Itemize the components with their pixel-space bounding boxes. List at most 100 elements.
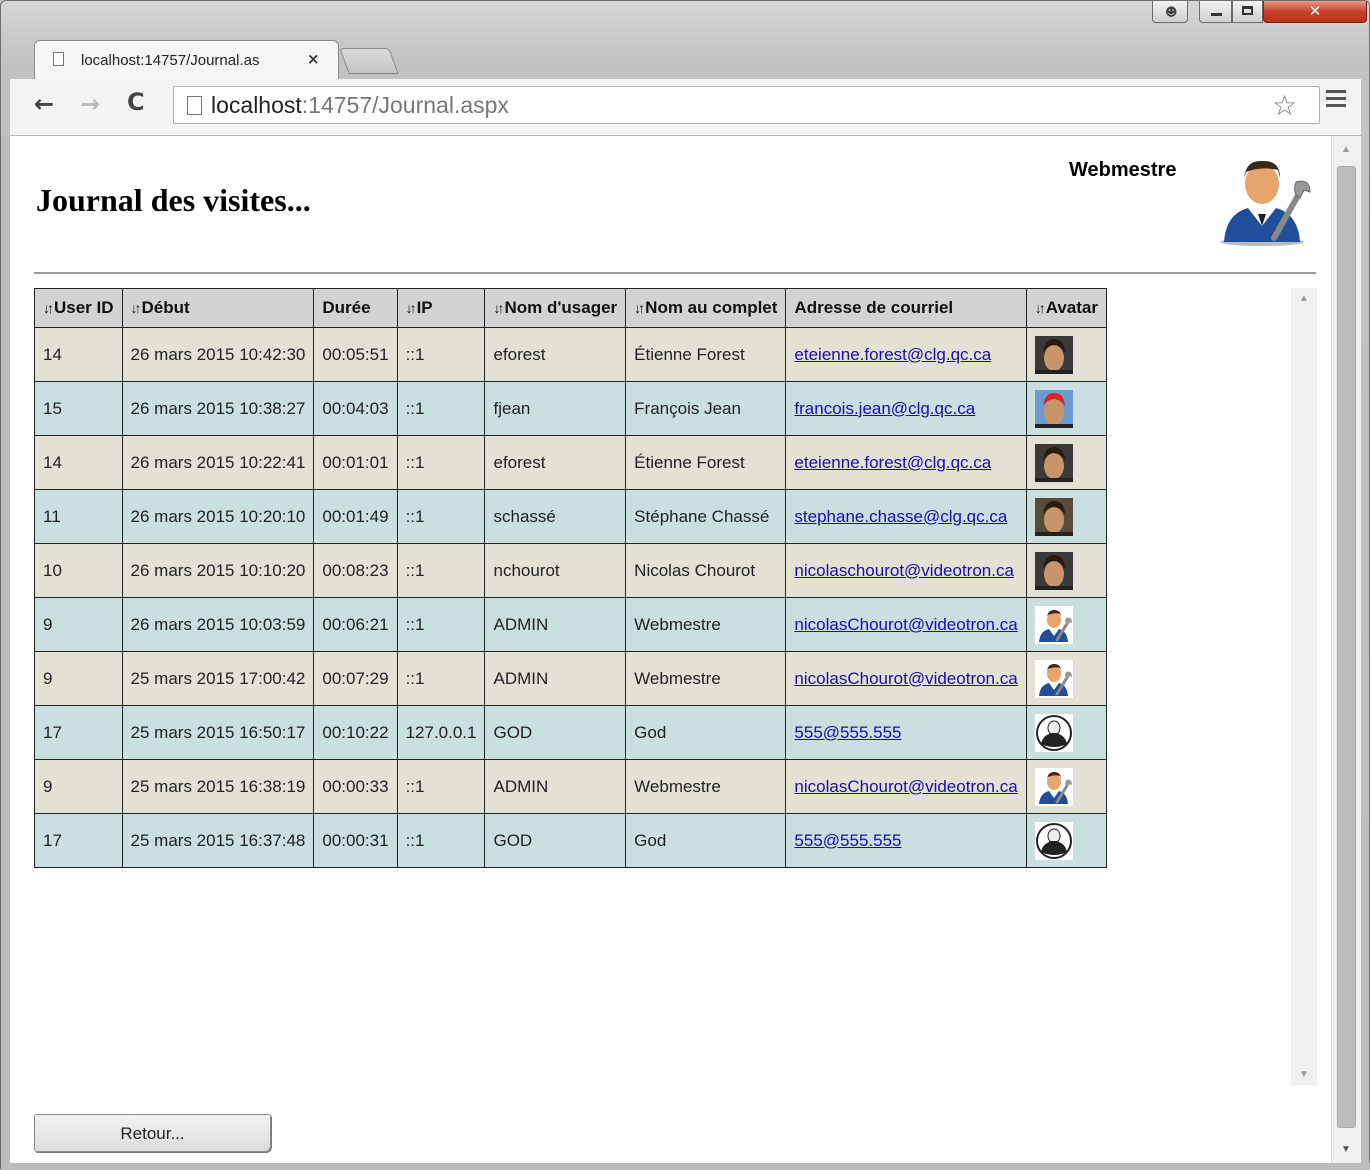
table-row: 10 26 mars 2015 10:10:20 00:08:23::1 nchour… [34,543,1108,598]
url-host: localhost [211,92,302,118]
cell-email: eteienne.forest@clg.qc.ca [785,435,1027,490]
sort-arrows-icon[interactable]: ↓↑ [1035,300,1046,316]
cell-fullname: God [625,705,787,760]
sort-arrows-icon[interactable]: ↓↑ [131,300,142,316]
scroll-up-icon[interactable]: ▲ [1341,144,1351,155]
column-header-3[interactable]: ↓↑ IP [396,288,486,328]
cell-fullname: Étienne Forest [625,327,787,382]
cell-ip: ::1 [396,813,486,868]
sort-arrows-icon[interactable]: ↓↑ [493,300,504,316]
email-link[interactable]: nicolasChourot@videotron.ca [794,669,1017,688]
url-text[interactable]: localhost:14757/Journal.aspx [211,92,509,119]
column-header-7[interactable]: ↓↑ Avatar [1025,288,1108,328]
reload-icon[interactable]: C [127,88,145,116]
cell-username: eforest [484,327,627,382]
scroll-up-icon[interactable]: ▲ [1299,293,1309,304]
header-separator [34,272,1316,274]
back-arrow-icon[interactable]: ← [34,90,54,118]
cell-email: stephane.chasse@clg.qc.ca [785,489,1027,544]
page-icon [53,52,64,66]
cell-ip: ::1 [396,759,486,814]
column-header-1[interactable]: ↓↑ Début [121,288,315,328]
page-icon [187,96,202,115]
email-link[interactable]: 555@555.555 [794,831,901,850]
cell-duree: 00:07:29 [313,651,398,706]
forward-arrow-icon[interactable]: → [80,90,100,118]
maximize-button[interactable] [1232,1,1263,23]
cell-avatar [1025,327,1108,382]
cell-debut: 25 mars 2015 16:38:19 [121,759,315,814]
cell-debut: 25 mars 2015 16:50:17 [121,705,315,760]
scroll-down-icon[interactable]: ▼ [1341,1144,1351,1155]
scroll-down-icon[interactable]: ▼ [1299,1069,1309,1080]
cell-user-id: 14 [34,327,123,382]
email-link[interactable]: 555@555.555 [794,723,901,742]
email-link[interactable]: eteienne.forest@clg.qc.ca [794,453,991,472]
cell-duree: 00:00:31 [313,813,398,868]
cell-user-id: 11 [34,489,123,544]
cell-ip: ::1 [396,327,486,382]
cell-duree: 00:08:23 [313,543,398,598]
browser-toolbar: ← → C localhost:14757/Journal.aspx ☆ [10,79,1361,136]
cell-fullname: Stéphane Chassé [625,489,787,544]
cell-duree: 00:05:51 [313,327,398,382]
column-header-label: User ID [54,298,114,317]
page-scrollbar[interactable]: ▲ ▼ [1331,136,1361,1163]
email-link[interactable]: eteienne.forest@clg.qc.ca [794,345,991,364]
cell-username: nchourot [484,543,627,598]
browser-tab[interactable]: localhost:14757/Journal.as × [34,40,339,80]
sort-arrows-icon[interactable]: ↓↑ [406,300,417,316]
tab-close-icon[interactable]: × [307,50,320,68]
column-header-4[interactable]: ↓↑ Nom d'usager [484,288,627,328]
cell-debut: 26 mars 2015 10:03:59 [121,597,315,652]
cell-avatar [1025,597,1108,652]
cell-ip: ::1 [396,435,486,490]
column-header-label: Durée [322,298,371,317]
cell-debut: 26 mars 2015 10:22:41 [121,435,315,490]
cell-username: eforest [484,435,627,490]
sort-arrows-icon[interactable]: ↓↑ [634,300,645,316]
cell-ip: ::1 [396,651,486,706]
user-profile-button[interactable]: ☻ [1152,1,1188,23]
cell-avatar [1025,381,1108,436]
current-user-name: Webmestre [1069,159,1177,181]
page-title: Journal des visites... [36,182,311,218]
column-header-0[interactable]: ↓↑ User ID [34,288,123,328]
email-link[interactable]: stephane.chasse@clg.qc.ca [794,507,1007,526]
email-link[interactable]: nicolasChourot@videotron.ca [794,615,1017,634]
cell-duree: 00:10:22 [313,705,398,760]
avatar-image [1034,335,1073,374]
column-header-5[interactable]: ↓↑ Nom au complet [625,288,787,328]
cell-user-id: 10 [34,543,123,598]
journal-table: ↓↑ User ID ↓↑ Début Durée ↓↑ IP ↓↑ Nom d'usager ↓… [34,288,1108,868]
email-link[interactable]: nicolaschourot@videotron.ca [794,561,1014,580]
cell-duree: 00:00:33 [313,759,398,814]
scrollbar-thumb[interactable] [1337,166,1356,1128]
email-link[interactable]: francois.jean@clg.qc.ca [794,399,975,418]
cell-debut: 25 mars 2015 16:37:48 [121,813,315,868]
address-bar[interactable]: localhost:14757/Journal.aspx ☆ [173,86,1320,124]
cell-fullname: Nicolas Chourot [625,543,787,598]
browser-menu-icon[interactable] [1326,90,1346,111]
back-button[interactable]: Retour... [34,1114,271,1152]
minimize-button[interactable] [1199,1,1232,23]
cell-avatar [1025,705,1108,760]
column-header-label: Nom au complet [645,298,778,317]
new-tab-button[interactable] [339,48,399,74]
table-row: 15 26 mars 2015 10:38:27 00:04:03::1 fjean F… [34,381,1108,436]
email-link[interactable]: nicolasChourot@videotron.ca [794,777,1017,796]
column-header-label: IP [416,298,433,317]
cell-user-id: 14 [34,435,123,490]
cell-email: 555@555.555 [785,813,1027,868]
table-row: 9 25 mars 2015 17:00:42 00:07:29::1 ADMIN We… [34,651,1108,706]
bookmark-star-icon[interactable]: ☆ [1272,89,1297,122]
cell-username: ADMIN [484,651,627,706]
cell-email: nicolasChourot@videotron.ca [785,651,1027,706]
avatar-image [1034,767,1073,806]
page-content: Journal des visites... Webmestre ↓↑ User … [10,136,1331,1163]
close-window-button[interactable]: ✕ [1263,1,1367,23]
column-header-label: Avatar [1045,298,1098,317]
grid-scrollbar[interactable]: ▲ ▼ [1291,288,1317,1085]
sort-arrows-icon[interactable]: ↓↑ [43,300,54,316]
cell-duree: 00:01:49 [313,489,398,544]
